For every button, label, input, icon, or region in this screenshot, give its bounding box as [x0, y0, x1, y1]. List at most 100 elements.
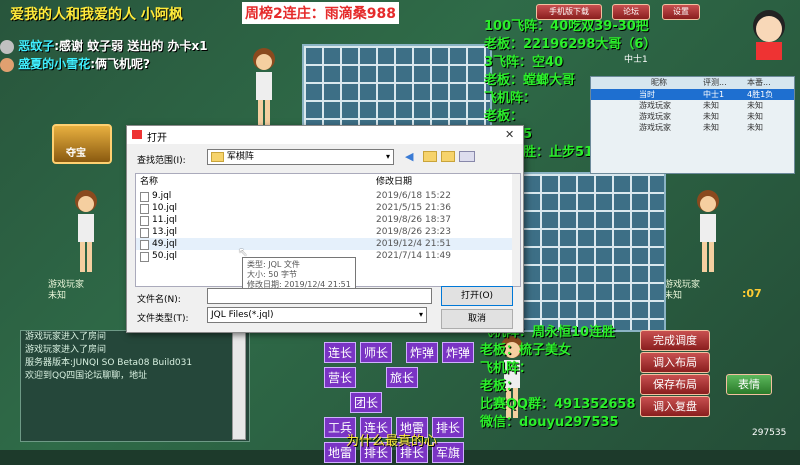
emote-button[interactable]: 表情	[726, 374, 772, 395]
file-name: 11.jql	[152, 215, 178, 225]
folder-icon	[211, 151, 224, 162]
load-replay-button[interactable]: 调入复盘	[640, 396, 710, 417]
chat-log-line: 游戏玩家进入了房间	[25, 345, 107, 355]
tooltip-line: 大小: 50 字节	[247, 270, 297, 279]
file-icon	[140, 216, 149, 226]
table-row[interactable]: 游戏玩家 未知 未知	[591, 111, 794, 122]
chat-username: 恶蚊子	[18, 39, 55, 53]
cell: 未知	[703, 123, 719, 132]
cancel-button[interactable]: 取消	[441, 309, 513, 329]
load-layout-button[interactable]: 调入布局	[640, 352, 710, 373]
chat-scrollbar[interactable]	[232, 332, 246, 440]
overlay-line: 100飞阵：40吃双39-30把	[484, 19, 649, 34]
chat-line: 盛夏的小雪花:俩飞机呢?	[0, 55, 260, 73]
open-button[interactable]: 打开(O)	[441, 286, 513, 306]
cell: 未知	[747, 101, 763, 110]
room-player-list[interactable]: 昵称 评测... 本番... 当时 中士1 4胜1负 游戏玩家 未知 未知 游戏…	[590, 76, 795, 174]
filetype-select[interactable]: JQL Files(*.jql) ▾	[207, 307, 427, 323]
piece[interactable]: 师长	[360, 342, 393, 363]
file-date: 2019/12/4 21:51	[376, 239, 451, 249]
piece[interactable]: 连长	[324, 342, 357, 363]
file-row[interactable]: 49.jql 2019/12/4 21:51	[136, 238, 512, 250]
file-row[interactable]: 9.jql 2019/6/18 15:22	[136, 190, 512, 202]
cartoon-sticker-icon	[742, 4, 796, 64]
treasure-icon[interactable]: 夺宝	[52, 124, 112, 164]
lookin-dropdown[interactable]: 军棋阵 ▾	[207, 149, 394, 165]
table-row[interactable]: 游戏玩家 未知 未知	[591, 122, 794, 133]
overlay-line: 老板：	[480, 379, 520, 394]
board-right[interactable]	[520, 172, 666, 332]
file-name: 49.jql	[152, 239, 178, 249]
lookin-label: 查找范围(I):	[137, 156, 186, 166]
dialog-title: 打开	[147, 133, 167, 144]
forum-button[interactable]: 论坛	[612, 4, 650, 20]
file-list-scrollbar[interactable]	[512, 174, 520, 286]
player-avatar-right	[688, 186, 728, 279]
danmaku-area: 恶蚊子:感谢 蚊子弱 送出的 办卡x1 盛夏的小雪花:俩飞机呢?	[0, 37, 260, 73]
cell: 4胜1负	[747, 90, 774, 99]
file-icon	[140, 228, 149, 238]
finish-deploy-button[interactable]: 完成调度	[640, 330, 710, 351]
back-icon[interactable]: ◀	[405, 150, 413, 163]
table-row[interactable]: 当时 中士1 4胜1负	[591, 89, 794, 100]
new-folder-icon[interactable]	[441, 151, 455, 162]
folder-name: 军棋阵	[226, 152, 254, 162]
piece-row: 营长 旅长团长	[322, 365, 482, 415]
chat-line: 恶蚊子:感谢 蚊子弱 送出的 办卡x1	[0, 37, 260, 55]
file-row[interactable]: 10.jql 2021/5/15 21:36	[136, 202, 512, 214]
overlay-line: 飞机阵：	[480, 361, 533, 376]
file-row[interactable]: 11.jql 2019/8/26 18:37	[136, 214, 512, 226]
view-menu-icon[interactable]	[459, 151, 475, 162]
info-overlay-bottom: 飞机阵：周永恒10连胜 老板：梳子美女 飞机阵： 老板： 比赛QQ群：49135…	[480, 324, 636, 432]
piece[interactable]: 团长	[350, 392, 383, 413]
up-folder-icon[interactable]	[423, 151, 437, 162]
chat-log-panel: 游戏玩家进入了房间 游戏玩家进入了房间 服务器版本:JUNQI SO Beta0…	[20, 330, 250, 442]
mobile-download-button[interactable]: 手机版下载	[536, 4, 602, 20]
player-status: 未知	[664, 291, 683, 301]
file-icon	[140, 204, 149, 214]
dialog-titlebar[interactable]: 打开 ✕	[127, 126, 523, 144]
avatar	[0, 39, 14, 54]
chat-text: :俩飞机呢?	[90, 57, 150, 71]
cell: 游戏玩家	[639, 101, 671, 110]
file-icon	[140, 252, 149, 262]
emote-label: 表情	[738, 378, 760, 391]
chat-log-line: 欢迎到QQ四国论坛聊聊，地址	[25, 371, 148, 381]
piece[interactable]: 炸弹	[406, 342, 439, 363]
settings-button[interactable]: 设置	[662, 4, 700, 20]
file-date: 2019/8/26 23:23	[376, 227, 451, 237]
player-avatar-top	[244, 44, 284, 134]
board-top[interactable]	[302, 44, 492, 132]
file-icon	[140, 240, 149, 250]
treasure-label: 夺宝	[66, 148, 86, 159]
piece[interactable]: 旅长	[386, 367, 419, 388]
side-counter: 297535	[752, 428, 787, 438]
cell: 游戏玩家	[639, 123, 671, 132]
cell: 未知	[747, 123, 763, 132]
turn-timer: :07	[742, 287, 762, 300]
stream-title: 爱我的人和我爱的人 小阿枫	[10, 7, 183, 23]
tooltip-line: 类型: JQL 文件	[247, 260, 300, 269]
filetype-label: 文件类型(T):	[137, 314, 189, 324]
column-header: 修改日期	[376, 177, 413, 187]
cell: 未知	[703, 112, 719, 121]
filename-input[interactable]	[207, 288, 432, 304]
player-name: 游戏玩家	[48, 280, 85, 290]
player-label-right: 游戏玩家 未知	[664, 280, 700, 302]
table-row[interactable]: 游戏玩家 未知 未知	[591, 100, 794, 111]
chevron-down-icon: ▾	[385, 152, 390, 161]
piece[interactable]: 炸弹	[442, 342, 475, 363]
player-label-left: 游戏玩家 未知	[48, 280, 84, 302]
chat-text: :感谢 蚊子弱 送出的 办卡x1	[54, 39, 208, 53]
file-name: 10.jql	[152, 203, 178, 213]
file-row[interactable]: 13.jql 2019/8/26 23:23	[136, 226, 512, 238]
save-layout-button[interactable]: 保存布局	[640, 374, 710, 395]
open-file-dialog: 打开 ✕ 查找范围(I): 军棋阵 ▾ ◀ 名称 修改日期 9.jql 2019/…	[126, 125, 524, 333]
piece[interactable]: 营长	[324, 367, 357, 388]
file-icon	[140, 192, 149, 202]
player-avatar-left	[66, 186, 106, 279]
app-flag-icon	[132, 130, 142, 139]
filename-label: 文件名(N):	[137, 295, 181, 305]
close-icon[interactable]: ✕	[505, 128, 514, 141]
filetype-value: JQL Files(*.jql)	[211, 310, 274, 320]
